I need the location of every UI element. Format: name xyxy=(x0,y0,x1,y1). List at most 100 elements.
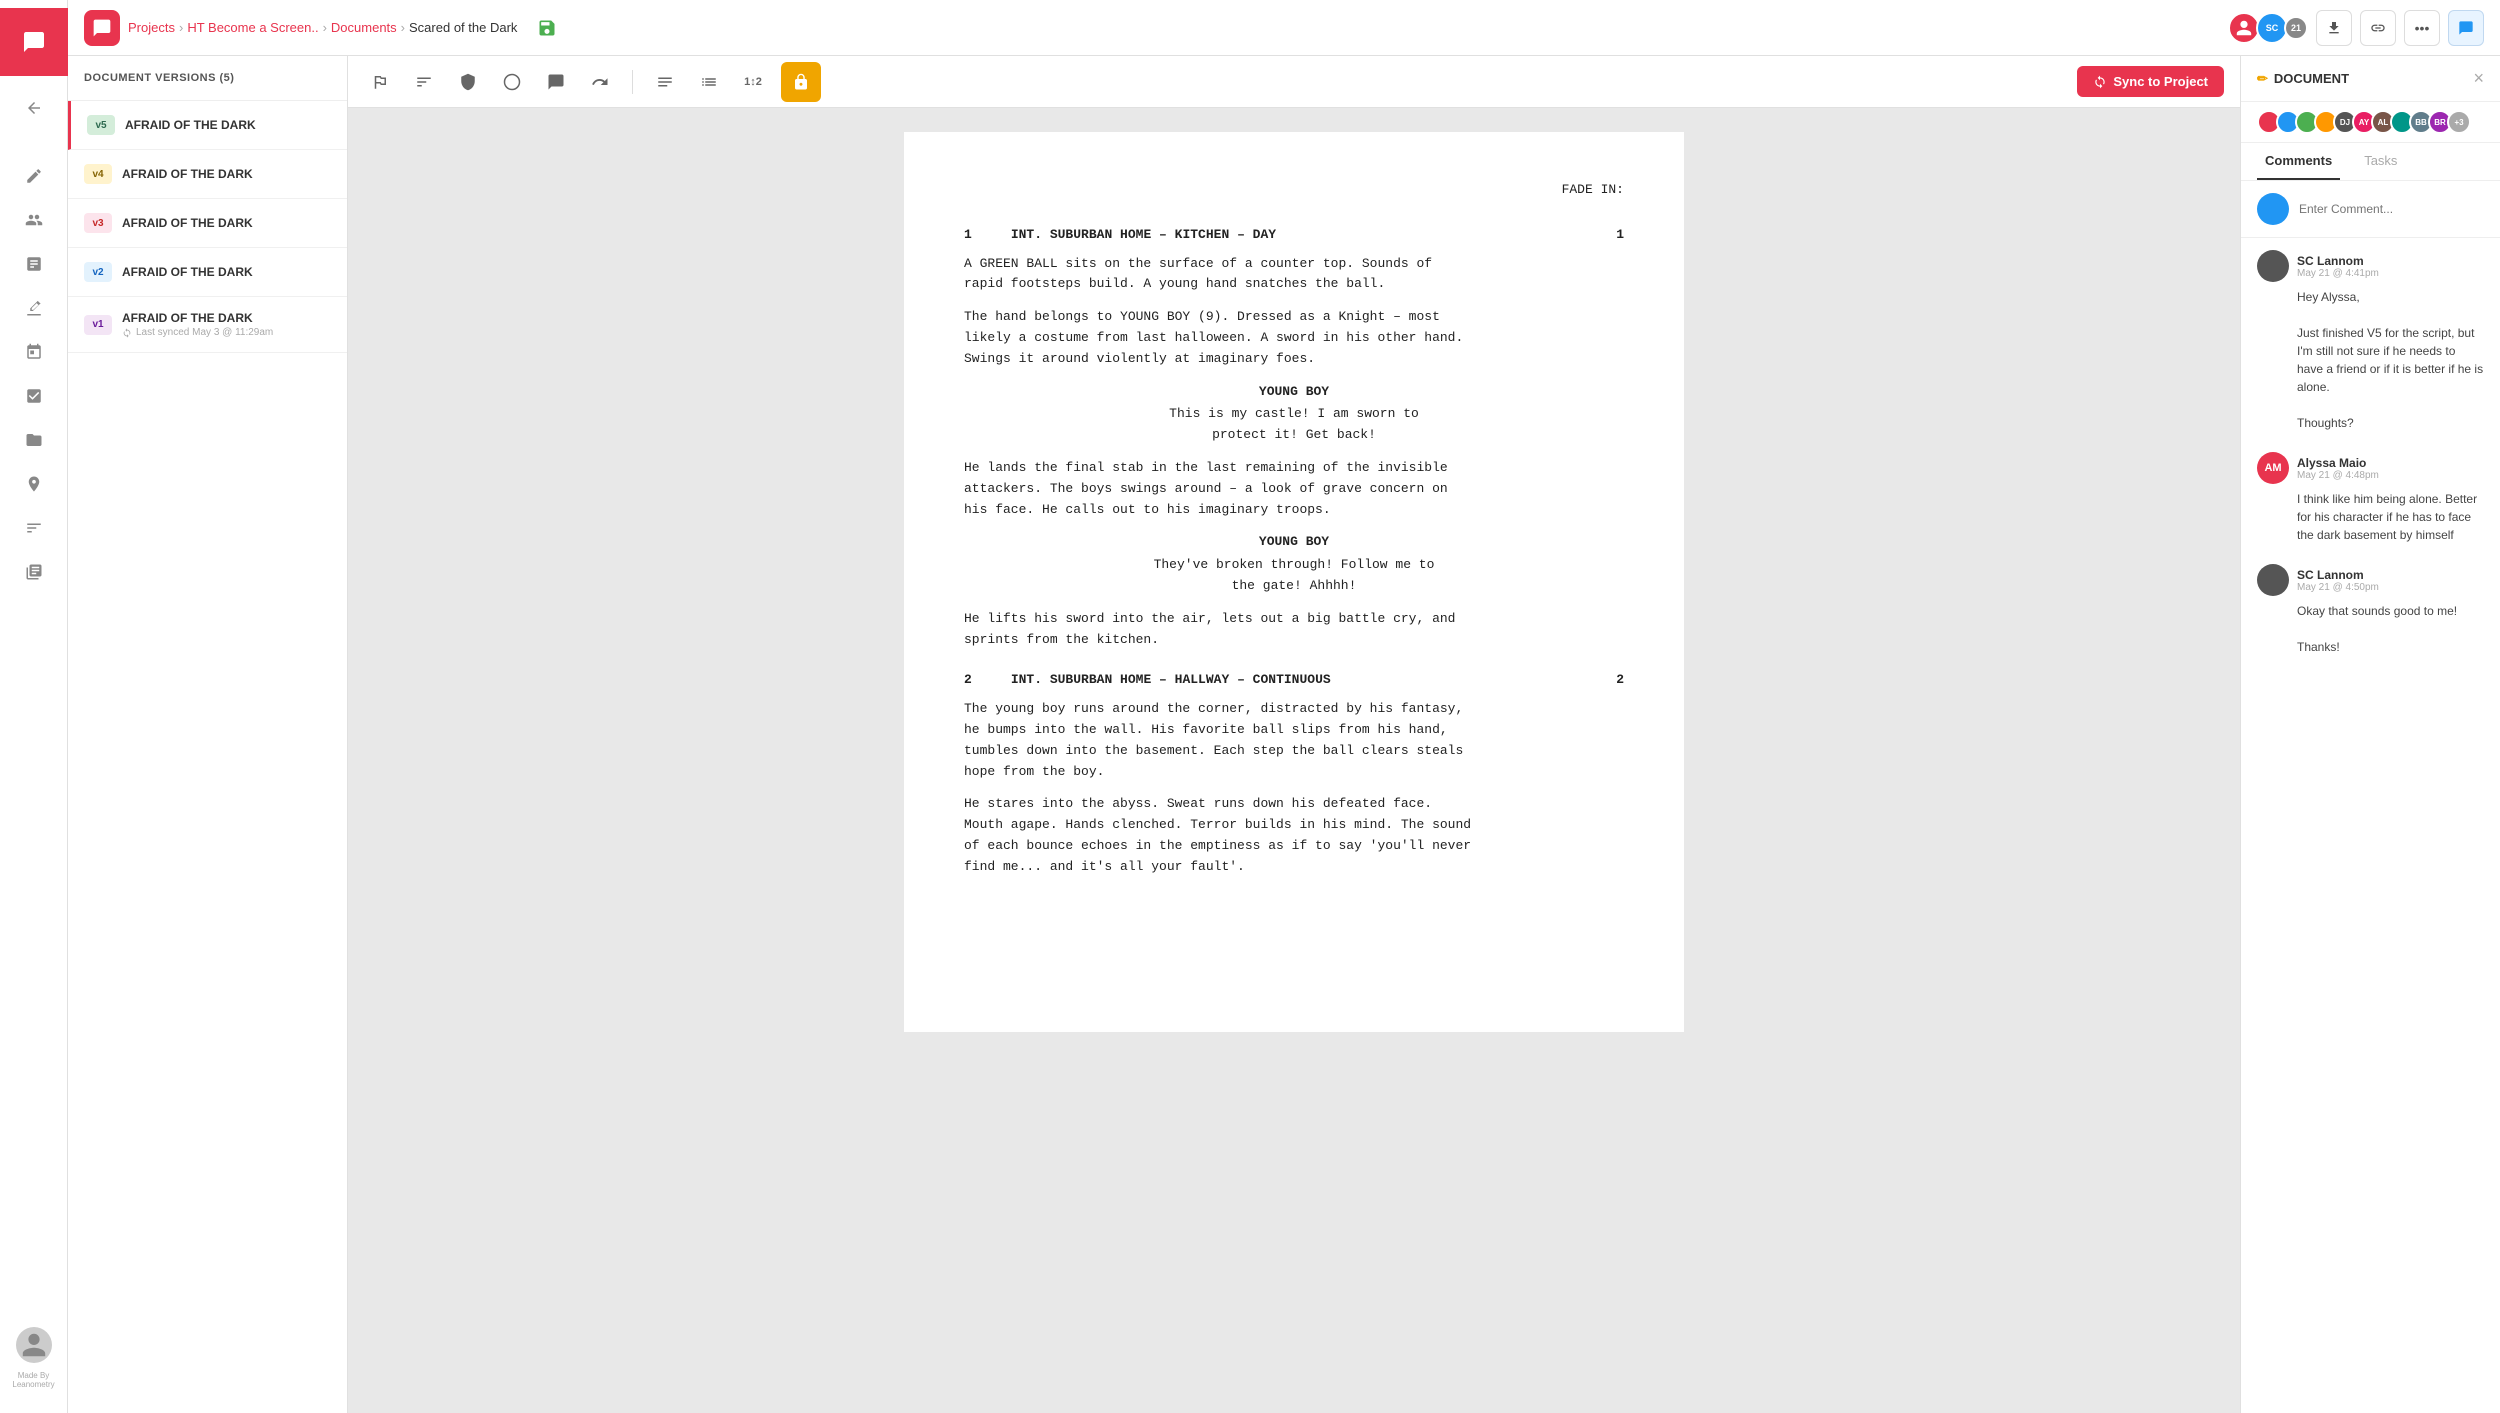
comment-body-3: Okay that sounds good to me!Thanks! xyxy=(2257,602,2484,656)
comment-input[interactable] xyxy=(2299,202,2484,216)
link-button[interactable] xyxy=(2360,10,2396,46)
editor-toolbar: 1↕2 Sync to Project xyxy=(348,56,2240,108)
sync-button[interactable]: Sync to Project xyxy=(2077,66,2224,97)
toolbar-list-icon[interactable] xyxy=(693,66,725,98)
char1-name: YOUNG BOY xyxy=(964,382,1624,403)
versions-header: DOCUMENT VERSIONS (5) xyxy=(68,56,347,101)
toolbar-scene-icon[interactable] xyxy=(364,66,396,98)
export-button[interactable] xyxy=(2316,10,2352,46)
version-badge-v1: v1 xyxy=(84,315,112,335)
breadcrumb-documents[interactable]: Documents xyxy=(331,20,397,35)
comment-time-2: May 21 @ 4:48pm xyxy=(2297,470,2379,481)
script-page: FADE IN: 1 INT. SUBURBAN HOME – KITCHEN … xyxy=(904,132,1684,1032)
comment-body-2: I think like him being alone. Better for… xyxy=(2257,490,2484,544)
scene-2-heading: 2 INT. SUBURBAN HOME – HALLWAY – CONTINU… xyxy=(964,670,1624,691)
comment-user-1: SC Lannom xyxy=(2297,254,2379,268)
version-item-v4[interactable]: v4 AFRAID OF THE DARK xyxy=(68,150,347,199)
app-sidebar: Made ByLeanometry xyxy=(0,0,68,1413)
right-panel-header: ✏ DOCUMENT × xyxy=(2241,56,2500,102)
version-badge-v3: v3 xyxy=(84,213,112,233)
sync-button-label: Sync to Project xyxy=(2113,74,2208,89)
save-icon[interactable] xyxy=(533,14,561,42)
scene1-action3: He lands the final stab in the last rema… xyxy=(964,458,1624,520)
more-button[interactable]: ••• xyxy=(2404,10,2440,46)
toolbar-comment-icon[interactable] xyxy=(540,66,572,98)
version-item-v1[interactable]: v1 AFRAID OF THE DARK Last synced May 3 … xyxy=(68,297,347,353)
app-header: Projects › HT Become a Screen.. › Docume… xyxy=(68,0,2500,56)
comment-time-3: May 21 @ 4:50pm xyxy=(2297,582,2379,593)
lock-button[interactable] xyxy=(781,62,821,102)
version-item-v3[interactable]: v3 AFRAID OF THE DARK xyxy=(68,199,347,248)
chat-button[interactable] xyxy=(2448,10,2484,46)
header-right: SC 21 ••• xyxy=(2228,10,2484,46)
toolbar-divider xyxy=(632,70,633,94)
app-logo[interactable] xyxy=(0,8,68,76)
breadcrumb: Projects › HT Become a Screen.. › Docume… xyxy=(128,20,517,35)
dial1: This is my castle! I am sworn toprotect … xyxy=(964,404,1624,446)
version-item-v2[interactable]: v2 AFRAID OF THE DARK xyxy=(68,248,347,297)
version-title-v4: AFRAID OF THE DARK xyxy=(122,167,331,181)
toolbar-character-icon[interactable] xyxy=(452,66,484,98)
sidebar-tasks-icon[interactable] xyxy=(14,376,54,416)
comment-item-2: AM Alyssa Maio May 21 @ 4:48pm I think l… xyxy=(2257,452,2484,544)
document-area[interactable]: FADE IN: 1 INT. SUBURBAN HOME – KITCHEN … xyxy=(348,108,2240,1413)
scene1-action2: The hand belongs to YOUNG BOY (9). Dress… xyxy=(964,307,1624,369)
version-title-v1: AFRAID OF THE DARK xyxy=(122,311,331,325)
sidebar-people-icon[interactable] xyxy=(14,200,54,240)
tab-comments[interactable]: Comments xyxy=(2257,143,2340,180)
comment-avatar-2: AM xyxy=(2257,452,2289,484)
sidebar-settings-icon[interactable] xyxy=(14,508,54,548)
collab-av-11: +3 xyxy=(2447,110,2471,134)
comment-avatar-3 xyxy=(2257,564,2289,596)
comment-item-3: SC Lannom May 21 @ 4:50pm Okay that soun… xyxy=(2257,564,2484,656)
version-item-v5[interactable]: v5 AFRAID OF THE DARK xyxy=(68,101,347,150)
breadcrumb-current-doc: Scared of the Dark xyxy=(409,20,517,35)
scene2-action1: The young boy runs around the corner, di… xyxy=(964,699,1624,782)
toolbar-redo-icon[interactable] xyxy=(584,66,616,98)
sidebar-files-icon[interactable] xyxy=(14,420,54,460)
tab-tasks[interactable]: Tasks xyxy=(2356,143,2405,180)
panel-tabs: Comments Tasks xyxy=(2241,143,2500,181)
user-avatar[interactable] xyxy=(16,1327,52,1363)
toolbar-numbering-icon[interactable]: 1↕2 xyxy=(737,66,769,98)
scene1-action1: A GREEN BALL sits on the surface of a co… xyxy=(964,254,1624,296)
comment-input-area xyxy=(2241,181,2500,238)
version-title-v5: AFRAID OF THE DARK xyxy=(125,118,331,132)
sidebar-location-icon[interactable] xyxy=(14,464,54,504)
toolbar-dialogue-icon[interactable] xyxy=(496,66,528,98)
close-panel-button[interactable]: × xyxy=(2473,68,2484,89)
collab-avatars: DJ AY AL BB BR +3 xyxy=(2241,102,2500,143)
fade-in: FADE IN: xyxy=(964,180,1624,201)
scene2-action2: He stares into the abyss. Sweat runs dow… xyxy=(964,794,1624,877)
current-user-avatar xyxy=(2257,193,2289,225)
sidebar-board-icon[interactable] xyxy=(14,244,54,284)
collab-count: 21 xyxy=(2284,16,2308,40)
scene-1-heading: 1 INT. SUBURBAN HOME – KITCHEN – DAY 1 xyxy=(964,225,1624,246)
version-sync-v1: Last synced May 3 @ 11:29am xyxy=(122,327,331,338)
version-title-v3: AFRAID OF THE DARK xyxy=(122,216,331,230)
char2-name: YOUNG BOY xyxy=(964,532,1624,553)
comment-body-1: Hey Alyssa,Just finished V5 for the scri… xyxy=(2257,288,2484,432)
sidebar-edit-icon[interactable] xyxy=(14,156,54,196)
comment-user-3: SC Lannom xyxy=(2297,568,2379,582)
versions-panel: DOCUMENT VERSIONS (5) v5 AFRAID OF THE D… xyxy=(68,56,348,1413)
toolbar-action-icon[interactable] xyxy=(408,66,440,98)
sidebar-schedule-icon[interactable] xyxy=(14,332,54,372)
made-by-label: Made ByLeanometry xyxy=(12,1371,54,1389)
version-title-v2: AFRAID OF THE DARK xyxy=(122,265,331,279)
right-panel-title: ✏ DOCUMENT xyxy=(2257,71,2349,87)
breadcrumb-project[interactable]: HT Become a Screen.. xyxy=(187,20,318,35)
sidebar-back-icon[interactable] xyxy=(14,88,54,128)
version-badge-v2: v2 xyxy=(84,262,112,282)
toolbar-align-icon[interactable] xyxy=(649,66,681,98)
sidebar-notes-icon[interactable] xyxy=(14,288,54,328)
sidebar-analytics-icon[interactable] xyxy=(14,552,54,592)
header-brand-icon xyxy=(84,10,120,46)
comment-avatar-1 xyxy=(2257,250,2289,282)
comments-list: SC Lannom May 21 @ 4:41pm Hey Alyssa,Jus… xyxy=(2241,238,2500,1413)
comment-time-1: May 21 @ 4:41pm xyxy=(2297,268,2379,279)
version-badge-v5: v5 xyxy=(87,115,115,135)
breadcrumb-projects[interactable]: Projects xyxy=(128,20,175,35)
scene1-action4: He lifts his sword into the air, lets ou… xyxy=(964,609,1624,651)
comment-item-1: SC Lannom May 21 @ 4:41pm Hey Alyssa,Jus… xyxy=(2257,250,2484,432)
